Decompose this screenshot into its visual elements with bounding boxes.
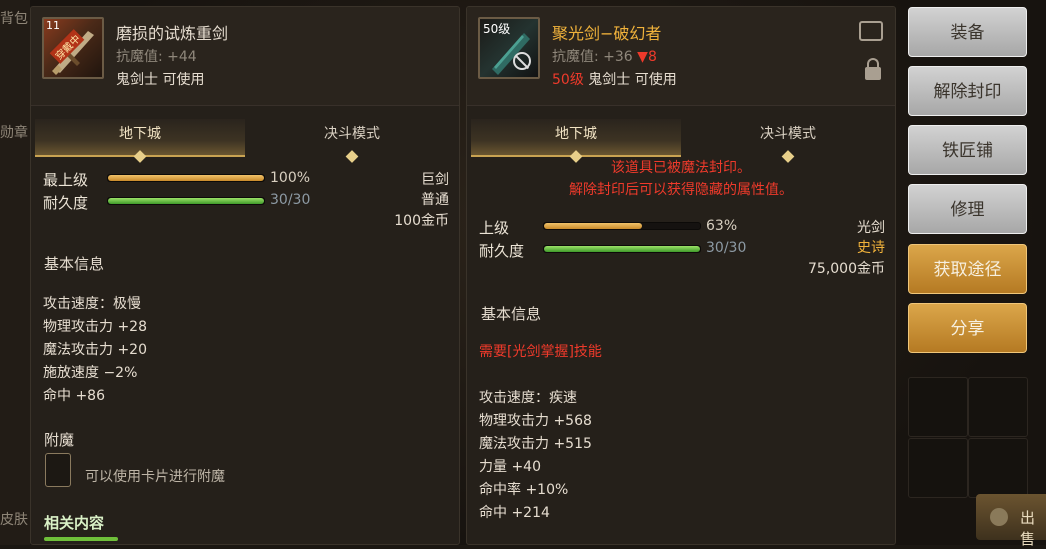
stat-line: 命中 +214 (479, 505, 550, 521)
bag-tab-label[interactable]: 背包 (0, 8, 28, 28)
resist-line: 抗魔值: +36 ▼8 (552, 46, 657, 66)
rarity: 普通 (421, 192, 449, 208)
sealed-notice-line1: 该道具已被魔法封印。 (611, 160, 751, 176)
upgrade-value: 100% (270, 170, 311, 186)
item-name: 聚光剑−破幻者 (552, 24, 662, 43)
upgrade-label: 最上级 (43, 171, 89, 189)
tab-dungeon[interactable]: 地下城 (35, 119, 245, 163)
price: 100金币 (394, 213, 449, 229)
mode-tabs: 地下城 决斗模式 (35, 119, 457, 163)
tab-dungeon-label: 地下城 (119, 126, 161, 142)
stat-line: 物理攻击力 +28 (43, 319, 147, 335)
stat-line: 命中 +86 (43, 388, 105, 404)
inventory-slot[interactable] (968, 377, 1028, 437)
share-button[interactable]: 分享 (908, 303, 1027, 353)
stat-line: 魔法攻击力 +20 (43, 342, 147, 358)
durability-bar-fill (108, 198, 264, 204)
stat-line: 魔法攻击力 +515 (479, 436, 592, 452)
item-name: 磨损的试炼重剑 (116, 24, 229, 43)
basic-info-title: 基本信息 (44, 255, 105, 273)
basic-info-title: 基本信息 (481, 305, 542, 323)
skin-tab-label[interactable]: 皮肤 (0, 509, 28, 529)
upgrade-bar-fill (544, 223, 643, 229)
upgrade-bar-fill (108, 175, 264, 181)
equip-button[interactable]: 装备 (908, 7, 1027, 57)
durability-label: 耐久度 (43, 194, 89, 212)
price: 75,000金币 (808, 261, 885, 277)
medal-tab-label[interactable]: 勋章 (0, 122, 28, 142)
sealed-notice-line2: 解除封印后可以获得隐藏的属性值。 (569, 182, 793, 198)
stat-line: 攻击速度：疾速 (479, 390, 577, 406)
weapon-type: 光剑 (857, 220, 885, 236)
greatsword-icon: 穿戴中 11 (42, 17, 104, 79)
upgrade-value: 63% (706, 218, 738, 234)
stat-line: 力量 +40 (479, 459, 541, 475)
stat-line: 命中率 +10% (479, 482, 569, 498)
stat-line: 物理攻击力 +568 (479, 413, 592, 429)
tab-pvp[interactable]: 决斗模式 (683, 119, 893, 163)
resist-label: 抗魔值: (116, 49, 163, 65)
sealed-icon (513, 52, 531, 70)
equipped-item-tooltip: 穿戴中 11 磨损的试炼重剑 抗魔值: +44 鬼剑士 可使用 地下城 决斗模式… (30, 6, 460, 545)
rarity: 史诗 (857, 240, 885, 256)
enchant-title: 附魔 (44, 431, 75, 449)
unseal-button[interactable]: 解除封印 (908, 66, 1027, 116)
related-underline (44, 537, 118, 541)
skill-requirement: 需要[光剑掌握]技能 (479, 344, 602, 360)
inventory-sidebar (0, 0, 30, 545)
stat-line: 攻击速度：极慢 (43, 296, 141, 312)
tab-pvp-label: 决斗模式 (760, 126, 816, 142)
durability-bar-fill (544, 246, 700, 252)
lock-icon[interactable] (865, 58, 881, 80)
tab-diamond-icon (345, 150, 359, 163)
durability-value: 30/30 (706, 240, 747, 256)
obtain-source-button[interactable]: 获取途径 (908, 244, 1027, 294)
card-slot-icon[interactable] (45, 453, 71, 487)
resist-value: +36 (603, 49, 633, 65)
tab-pvp-label: 决斗模式 (324, 126, 380, 142)
enchant-hint: 可以使用卡片进行附魔 (85, 469, 225, 485)
compare-item-tooltip: 50级 聚光剑−破幻者 抗魔值: +36 ▼8 50级 鬼剑士 可使用 地下城 … (466, 6, 896, 545)
share-link-icon[interactable] (859, 21, 883, 41)
stat-line: 施放速度 −2% (43, 365, 138, 381)
light-sword-icon: 50级 (478, 17, 540, 79)
level-badge: 50级 (483, 22, 511, 36)
upgrade-label: 上级 (479, 219, 510, 237)
weapon-type: 巨剑 (421, 172, 449, 188)
inventory-slot[interactable] (908, 438, 968, 498)
blacksmith-button[interactable]: 铁匠铺 (908, 125, 1027, 175)
tab-dungeon-label: 地下城 (555, 126, 597, 142)
repair-button[interactable]: 修理 (908, 184, 1027, 234)
sell-button-label: 出售 (1020, 509, 1036, 548)
item-level-badge: 11 (46, 19, 60, 32)
usable-class: 50级 鬼剑士 可使用 (552, 69, 677, 89)
resist-diff: ▼8 (637, 49, 657, 65)
mode-tabs: 地下城 决斗模式 (471, 119, 893, 163)
inventory-slot[interactable] (908, 377, 968, 437)
resist-line: 抗魔值: +44 (116, 46, 197, 66)
usable-class: 鬼剑士 可使用 (116, 72, 205, 88)
durability-bar (107, 197, 265, 205)
durability-bar (543, 245, 701, 253)
upgrade-bar (107, 174, 265, 182)
tab-pvp[interactable]: 决斗模式 (247, 119, 457, 163)
tab-diamond-icon (133, 150, 147, 163)
resist-value: +44 (167, 49, 197, 65)
upgrade-bar (543, 222, 701, 230)
durability-value: 30/30 (270, 192, 311, 208)
tab-dungeon[interactable]: 地下城 (471, 119, 681, 163)
resist-label: 抗魔值: (552, 49, 599, 65)
durability-label: 耐久度 (479, 242, 525, 260)
inventory-slot[interactable] (968, 438, 1028, 498)
coin-stack-icon (990, 508, 1008, 526)
required-level: 50级 (552, 72, 584, 88)
related-content-title[interactable]: 相关内容 (44, 512, 104, 533)
usable-by: 鬼剑士 可使用 (588, 72, 677, 88)
sell-button[interactable]: 出售 (976, 494, 1046, 548)
sealed-notice: 该道具已被魔法封印。 解除封印后可以获得隐藏的属性值。 (467, 157, 895, 201)
